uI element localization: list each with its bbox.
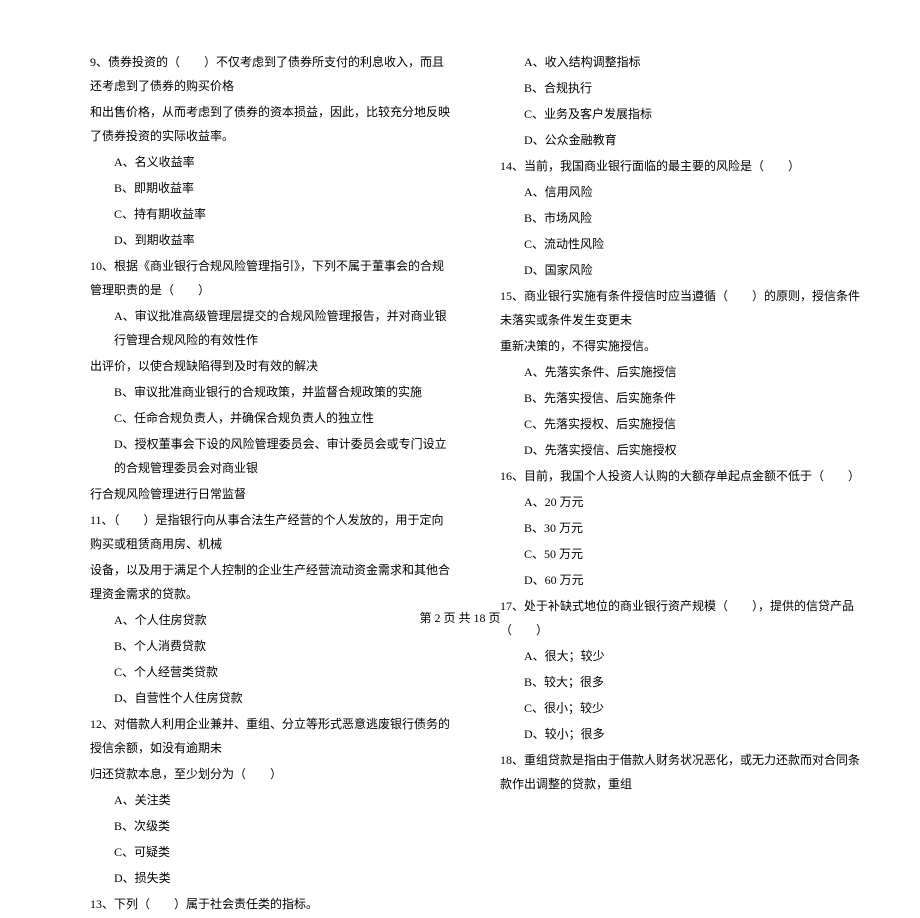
q12-opt-a: A、关注类 bbox=[90, 788, 450, 812]
q11-opt-d: D、自营性个人住房贷款 bbox=[90, 686, 450, 710]
q15-opt-a: A、先落实条件、后实施授信 bbox=[500, 360, 860, 384]
q11-opt-c: C、个人经营类贷款 bbox=[90, 660, 450, 684]
q17-opt-a: A、很大；较少 bbox=[500, 644, 860, 668]
q14-opt-c: C、流动性风险 bbox=[500, 232, 860, 256]
q10-opt-a2: 出评价，以使合规缺陷得到及时有效的解决 bbox=[90, 354, 450, 378]
q9-opt-a: A、名义收益率 bbox=[90, 150, 450, 174]
q16-opt-d: D、60 万元 bbox=[500, 568, 860, 592]
q11-line2: 设备，以及用于满足个人控制的企业生产经营流动资金需求和其他合理资金需求的贷款。 bbox=[90, 558, 450, 606]
q10-opt-b: B、审议批准商业银行的合规政策，并监督合规政策的实施 bbox=[90, 380, 450, 404]
q13-opt-c: C、业务及客户发展指标 bbox=[500, 102, 860, 126]
q16-text: 16、目前，我国个人投资人认购的大额存单起点金额不低于（ ） bbox=[500, 464, 860, 488]
q18-text: 18、重组贷款是指由于借款人财务状况恶化，或无力还款而对合同条款作出调整的贷款，… bbox=[500, 748, 860, 796]
q12-opt-c: C、可疑类 bbox=[90, 840, 450, 864]
q13-opt-b: B、合规执行 bbox=[500, 76, 860, 100]
q9-opt-c: C、持有期收益率 bbox=[90, 202, 450, 226]
q9-line2: 和出售价格，从而考虑到了债券的资本损益，因此，比较充分地反映了债券投资的实际收益… bbox=[90, 100, 450, 148]
page-footer: 第 2 页 共 18 页 bbox=[0, 606, 920, 630]
q15-opt-b: B、先落实授信、后实施条件 bbox=[500, 386, 860, 410]
q16-opt-a: A、20 万元 bbox=[500, 490, 860, 514]
q14-opt-b: B、市场风险 bbox=[500, 206, 860, 230]
q9-opt-d: D、到期收益率 bbox=[90, 228, 450, 252]
q13-opt-a: A、收入结构调整指标 bbox=[500, 50, 860, 74]
q10-opt-d1: D、授权董事会下设的风险管理委员会、审计委员会或专门设立的合规管理委员会对商业银 bbox=[90, 432, 450, 480]
q9-line1: 9、债券投资的（ ）不仅考虑到了债券所支付的利息收入，而且还考虑到了债券的购买价… bbox=[90, 50, 450, 98]
q10-opt-a1: A、审议批准高级管理层提交的合规风险管理报告，并对商业银行管理合规风险的有效性作 bbox=[90, 304, 450, 352]
q14-text: 14、当前，我国商业银行面临的最主要的风险是（ ） bbox=[500, 154, 860, 178]
q17-opt-d: D、较小；很多 bbox=[500, 722, 860, 746]
q10-opt-d2: 行合规风险管理进行日常监督 bbox=[90, 482, 450, 506]
q12-opt-d: D、损失类 bbox=[90, 866, 450, 890]
q17-opt-b: B、较大；很多 bbox=[500, 670, 860, 694]
q15-line2: 重新决策的，不得实施授信。 bbox=[500, 334, 860, 358]
left-column: 9、债券投资的（ ）不仅考虑到了债券所支付的利息收入，而且还考虑到了债券的购买价… bbox=[90, 50, 450, 918]
q13-opt-d: D、公众金融教育 bbox=[500, 128, 860, 152]
q12-opt-b: B、次级类 bbox=[90, 814, 450, 838]
q17-opt-c: C、很小；较少 bbox=[500, 696, 860, 720]
q12-line2: 归还贷款本息，至少划分为（ ） bbox=[90, 762, 450, 786]
q13-text: 13、下列（ ）属于社会责任类的指标。 bbox=[90, 892, 450, 916]
q16-opt-b: B、30 万元 bbox=[500, 516, 860, 540]
q15-opt-d: D、先落实授信、后实施授权 bbox=[500, 438, 860, 462]
q11-opt-b: B、个人消费贷款 bbox=[90, 634, 450, 658]
q16-opt-c: C、50 万元 bbox=[500, 542, 860, 566]
q15-line1: 15、商业银行实施有条件授信时应当遵循（ ）的原则，授信条件未落实或条件发生变更… bbox=[500, 284, 860, 332]
q15-opt-c: C、先落实授权、后实施授信 bbox=[500, 412, 860, 436]
q10-text: 10、根据《商业银行合规风险管理指引》，下列不属于董事会的合规管理职责的是（ ） bbox=[90, 254, 450, 302]
q14-opt-a: A、信用风险 bbox=[500, 180, 860, 204]
right-column: A、收入结构调整指标 B、合规执行 C、业务及客户发展指标 D、公众金融教育 1… bbox=[500, 50, 860, 918]
q10-opt-c: C、任命合规负责人，并确保合规负责人的独立性 bbox=[90, 406, 450, 430]
q14-opt-d: D、国家风险 bbox=[500, 258, 860, 282]
q12-line1: 12、对借款人利用企业兼并、重组、分立等形式恶意逃废银行债务的授信余额，如没有逾… bbox=[90, 712, 450, 760]
q11-line1: 11、（ ）是指银行向从事合法生产经营的个人发放的，用于定向购买或租赁商用房、机… bbox=[90, 508, 450, 556]
q9-opt-b: B、即期收益率 bbox=[90, 176, 450, 200]
